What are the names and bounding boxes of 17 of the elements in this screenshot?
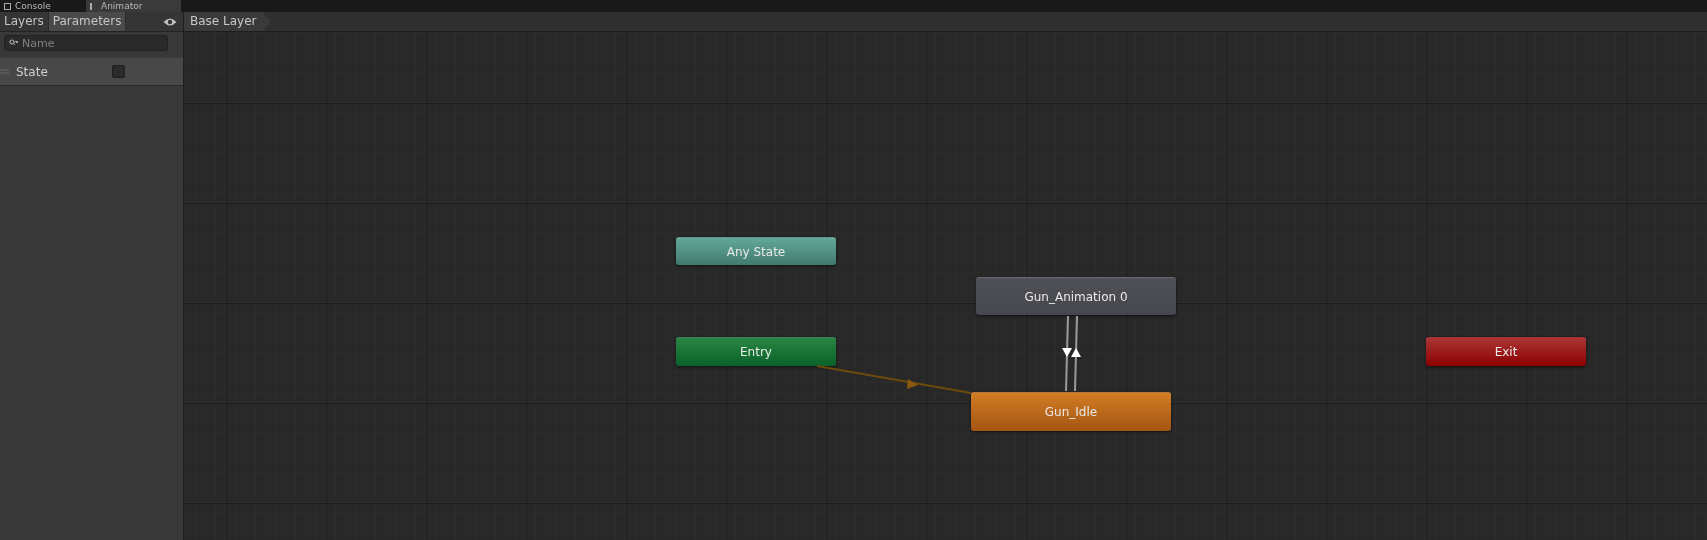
state-node[interactable]: Gun_Idle xyxy=(971,392,1171,431)
search-field[interactable]: Name xyxy=(4,35,168,51)
state-node[interactable]: Gun_Animation 0 xyxy=(976,277,1176,315)
panel-tab[interactable]: Layers xyxy=(0,12,49,31)
window-tab[interactable]: Console xyxy=(0,0,78,12)
panel-tab[interactable]: Parameters xyxy=(48,12,127,31)
state-node[interactable]: Entry xyxy=(676,337,836,366)
state-node[interactable]: Exit xyxy=(1426,337,1586,366)
transition-arrow[interactable] xyxy=(1071,315,1081,392)
transition-arrow[interactable] xyxy=(1062,315,1072,392)
parameter-checkbox[interactable] xyxy=(112,65,125,78)
tab-icon xyxy=(4,2,11,10)
window-tab[interactable]: Animator xyxy=(86,0,181,12)
breadcrumb[interactable]: Base Layer xyxy=(184,12,271,31)
parameter-name: State xyxy=(16,64,49,79)
eye-icon[interactable] xyxy=(163,16,177,27)
search-icon xyxy=(9,39,18,46)
